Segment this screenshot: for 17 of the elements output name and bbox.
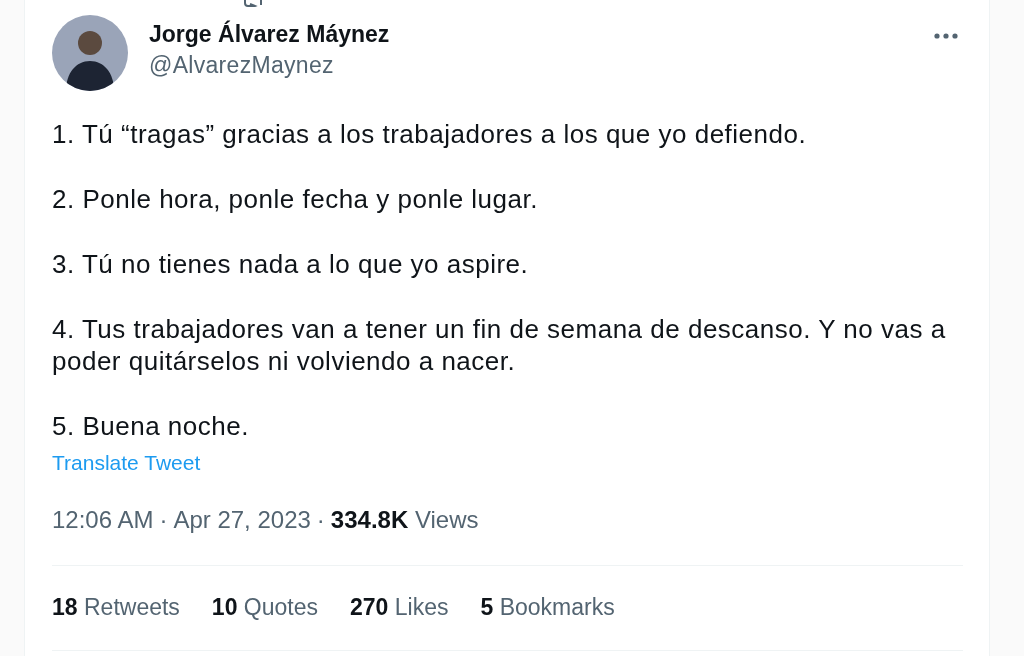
engagement-stat[interactable]: 5 Bookmarks bbox=[480, 590, 615, 625]
tweet-paragraph: 4. Tus trabajadores van a tener un fin de semana de descanso. Y no vas a poder quitárselos ni volviendo a nacer. bbox=[52, 313, 947, 377]
tweet-paragraph: 3. Tú no tienes nada a lo que yo aspire. bbox=[52, 248, 530, 280]
tweet-paragraph: 5. Buena noche. bbox=[52, 410, 250, 442]
engagement-stat[interactable]: 18 Retweets bbox=[52, 590, 180, 625]
tweet-time[interactable]: 12:06 AM bbox=[52, 501, 154, 538]
author-name[interactable]: Jorge Álvarez Máynez bbox=[149, 20, 390, 48]
author-handle[interactable]: @AlvarezMaynez bbox=[149, 51, 390, 79]
engagement-stat[interactable]: 10 Quotes bbox=[211, 590, 318, 625]
views-count[interactable]: 334.8K Views bbox=[330, 501, 479, 538]
tweet-paragraph: 2. Ponle hora, ponle fecha y ponle lugar. bbox=[52, 183, 539, 215]
separator-dot: · bbox=[159, 504, 168, 535]
engagement-stat[interactable]: 270 Likes bbox=[350, 590, 449, 625]
more-options-icon[interactable] bbox=[934, 33, 958, 39]
tweet-paragraph: 1. Tú “tragas” gracias a los trabajadores a los que yo defiendo. bbox=[52, 118, 808, 150]
separator-dot: · bbox=[316, 504, 325, 535]
tweet-date[interactable]: Apr 27, 2023 bbox=[173, 501, 311, 538]
